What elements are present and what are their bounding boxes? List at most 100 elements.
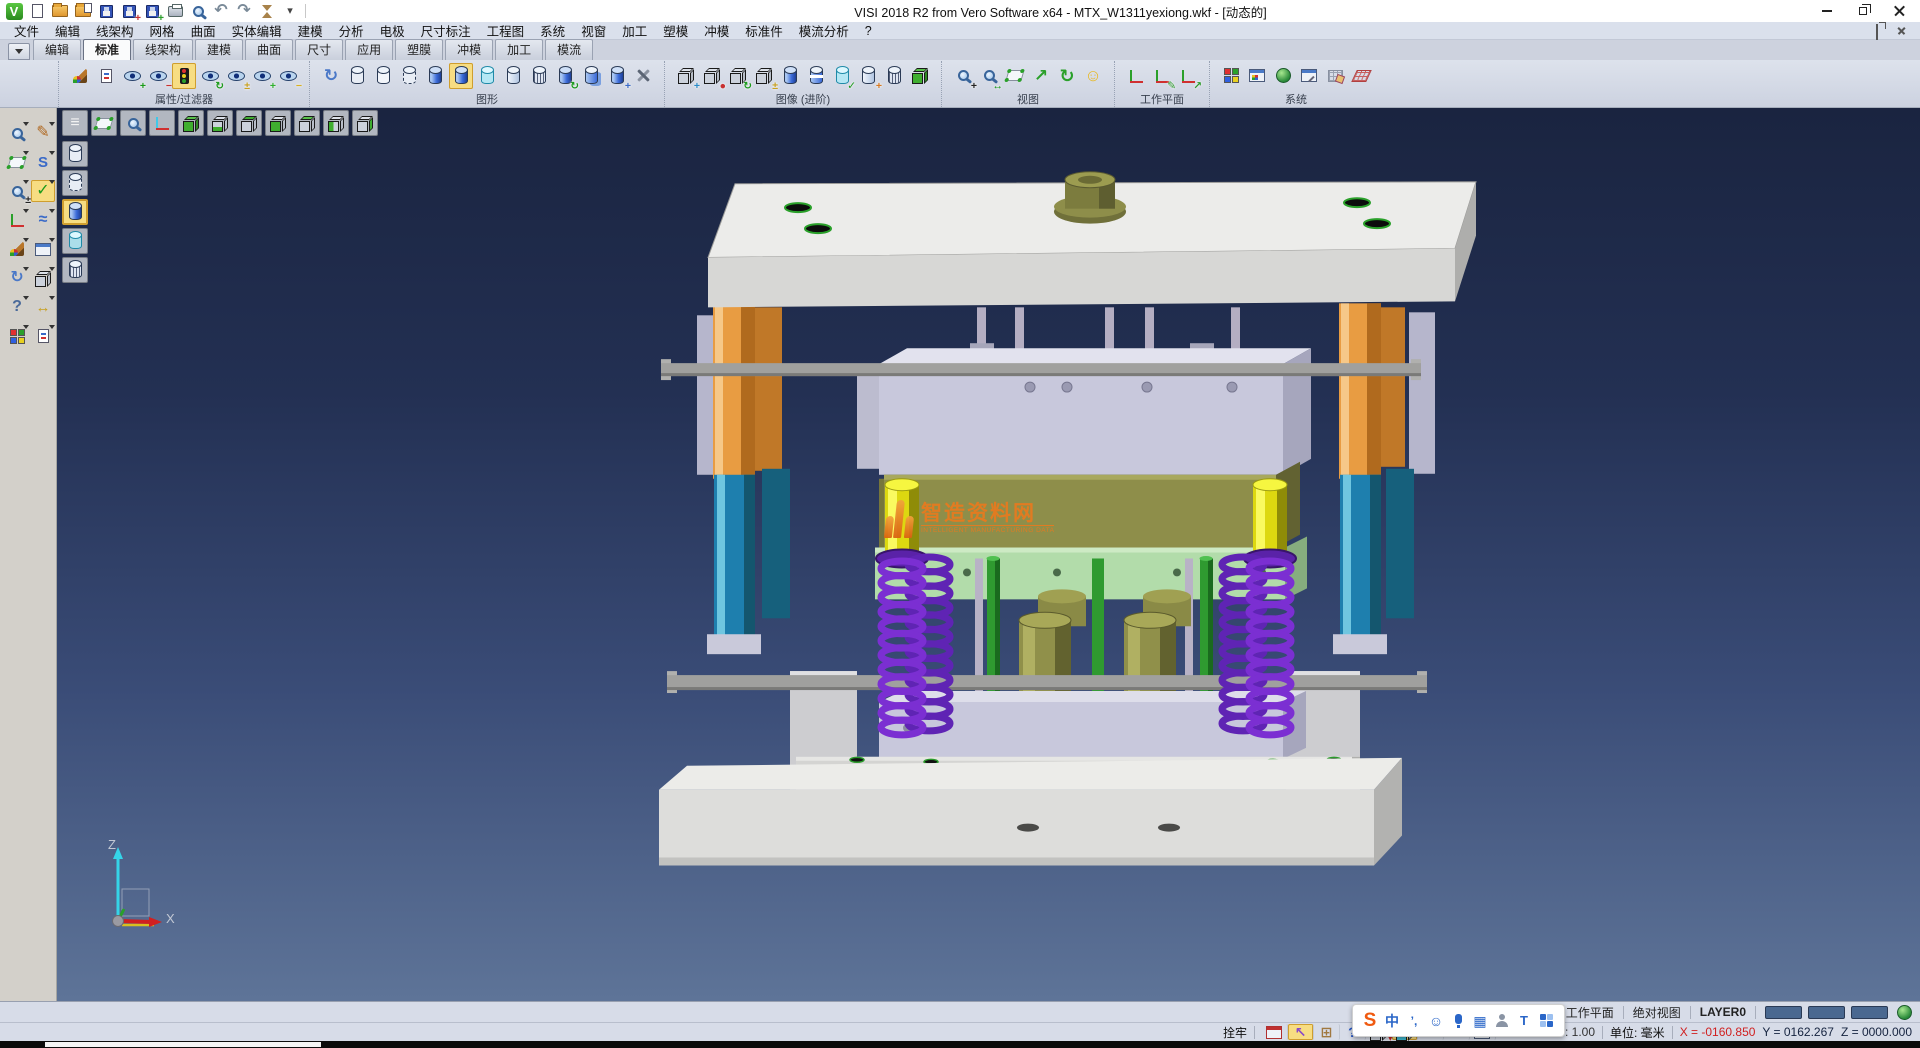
selection-zoom-icon[interactable]	[5, 122, 29, 144]
view-iso-icon[interactable]	[178, 110, 204, 136]
status-refresh-icon[interactable]	[1262, 1024, 1288, 1040]
pan-view-icon[interactable]: ↗	[1029, 63, 1053, 89]
menu-item-11[interactable]: 系统	[532, 20, 573, 41]
attributes-brush-icon[interactable]	[5, 238, 29, 260]
wireframe-mode-icon[interactable]	[345, 63, 369, 89]
adv-view-curve-icon[interactable]: +	[674, 63, 698, 89]
menu-item-9[interactable]: 尺寸标注	[413, 20, 479, 41]
shade-mesh-icon[interactable]	[62, 257, 88, 283]
menu-item-14[interactable]: 塑模	[655, 20, 696, 41]
grid-window-icon[interactable]	[31, 238, 55, 260]
hidden-dashed-mode-icon[interactable]	[397, 63, 421, 89]
zoom-in-icon[interactable]: +	[951, 63, 975, 89]
shade-translucent-icon[interactable]	[62, 228, 88, 254]
grid-plane-icon[interactable]	[1349, 63, 1373, 89]
help-icon[interactable]: ?	[5, 296, 29, 318]
ime-punct-icon[interactable]: ’,	[1405, 1011, 1423, 1031]
flat-shaded-mode-icon[interactable]	[501, 63, 525, 89]
regenerate-icon[interactable]: ↻	[5, 267, 29, 289]
view-orientation-icon[interactable]: ☺	[1081, 63, 1105, 89]
show-all-icon[interactable]: +	[250, 63, 274, 89]
curve-tool-icon[interactable]: ≈	[31, 209, 55, 231]
view-mode-label[interactable]: 绝对视图	[1633, 1004, 1681, 1021]
view-back-icon[interactable]	[294, 110, 320, 136]
lock-toggle[interactable]: 拴牢	[1223, 1024, 1247, 1041]
move-axis-icon[interactable]	[5, 209, 29, 231]
undo-icon[interactable]: ↶	[211, 2, 231, 21]
adv-copy-icon[interactable]: +	[856, 63, 880, 89]
tab-item-0[interactable]: 编辑	[33, 39, 81, 60]
edit-pencil-icon[interactable]: ✎	[31, 122, 55, 144]
ime-toolbox-icon[interactable]	[1537, 1011, 1555, 1031]
adv-verify-icon[interactable]: ✓	[830, 63, 854, 89]
die-spring[interactable]	[1249, 561, 1291, 735]
workplane-align-icon[interactable]: ↗	[1176, 63, 1200, 89]
attribute-paint-icon[interactable]	[68, 63, 92, 89]
palette-window-icon[interactable]	[1245, 63, 1269, 89]
recent-history-icon[interactable]	[257, 2, 277, 21]
minimize-button[interactable]	[1810, 1, 1844, 21]
ime-mic-icon[interactable]	[1449, 1011, 1467, 1031]
top-clamp-plate[interactable]	[708, 172, 1476, 308]
system-settings-icon[interactable]	[1271, 63, 1295, 89]
notes-icon[interactable]	[31, 325, 55, 347]
menu-item-7[interactable]: 分析	[331, 20, 372, 41]
die-spring[interactable]	[881, 561, 923, 735]
view-top-icon[interactable]	[236, 110, 262, 136]
view-axes-icon[interactable]	[149, 110, 175, 136]
tab-item-7[interactable]: 塑膜	[395, 39, 443, 60]
hide-all-icon[interactable]: −	[276, 63, 300, 89]
menu-item-2[interactable]: 线架构	[88, 20, 142, 41]
menu-item-10[interactable]: 工程图	[479, 20, 533, 41]
refresh-visibility-icon[interactable]: ↻	[198, 63, 222, 89]
redo-icon[interactable]: ↷	[234, 2, 254, 21]
menu-item-15[interactable]: 冲模	[696, 20, 737, 41]
tab-item-9[interactable]: 加工	[495, 39, 543, 60]
shaded-edges-mode-icon[interactable]	[449, 63, 473, 89]
view-bottom-icon[interactable]	[207, 110, 233, 136]
sketch-curve-icon[interactable]: S	[31, 151, 55, 173]
options-window-icon[interactable]	[1297, 63, 1321, 89]
solid-pair-icon[interactable]	[579, 63, 603, 89]
regen-solids-icon[interactable]: ↻	[553, 63, 577, 89]
status-select-icon[interactable]: ↖	[1288, 1024, 1314, 1040]
tab-item-3[interactable]: 建模	[195, 39, 243, 60]
menu-item-4[interactable]: 曲面	[183, 20, 224, 41]
visi-logo-icon[interactable]: V	[4, 2, 24, 21]
qat-more-icon[interactable]: ▾	[280, 2, 300, 21]
attribute-page-icon[interactable]	[94, 63, 118, 89]
tab-item-8[interactable]: 冲模	[445, 39, 493, 60]
restore-button[interactable]	[1846, 1, 1880, 21]
color-palette-icon[interactable]	[1219, 63, 1243, 89]
menu-item-12[interactable]: 视窗	[573, 20, 614, 41]
ime-emoji-icon[interactable]: ☺	[1427, 1011, 1445, 1031]
tab-item-1[interactable]: 标准	[83, 39, 131, 60]
zoom-box-icon[interactable]	[5, 151, 29, 173]
toggle-visibility-icon[interactable]: ±	[224, 63, 248, 89]
solid-cube-icon[interactable]	[31, 267, 55, 289]
confirm-check-icon[interactable]: ✓	[31, 180, 55, 202]
adv-striped-icon[interactable]	[804, 63, 828, 89]
viewport-menu-icon[interactable]: ≡	[62, 110, 88, 136]
solid-copy-icon[interactable]: +	[605, 63, 629, 89]
zoom-extents-icon[interactable]: ↔	[977, 63, 1001, 89]
adv-filter-icon[interactable]: ●	[700, 63, 724, 89]
tab-item-6[interactable]: 应用	[345, 39, 393, 60]
menu-item-1[interactable]: 编辑	[47, 20, 88, 41]
mdi-close-button[interactable]	[1896, 25, 1908, 36]
tab-item-4[interactable]: 曲面	[245, 39, 293, 60]
graphics-options-icon[interactable]	[631, 63, 655, 89]
status-move-icon[interactable]: ⊞	[1314, 1024, 1340, 1040]
close-button[interactable]	[1882, 1, 1916, 21]
sogou-logo-icon[interactable]: S	[1361, 1011, 1379, 1031]
redraw-icon[interactable]: ↻	[319, 63, 343, 89]
new-file-icon[interactable]	[27, 2, 47, 21]
save-icon[interactable]	[96, 2, 116, 21]
grid-snap-icon[interactable]	[1323, 63, 1347, 89]
zoom-window-icon[interactable]	[1003, 63, 1027, 89]
mdi-minimize-button[interactable]	[1856, 25, 1868, 36]
shaded-mode-icon[interactable]	[423, 63, 447, 89]
open-file-icon[interactable]	[50, 2, 70, 21]
adv-solid-cube-icon[interactable]	[908, 63, 932, 89]
tab-overflow-button[interactable]	[8, 43, 30, 60]
